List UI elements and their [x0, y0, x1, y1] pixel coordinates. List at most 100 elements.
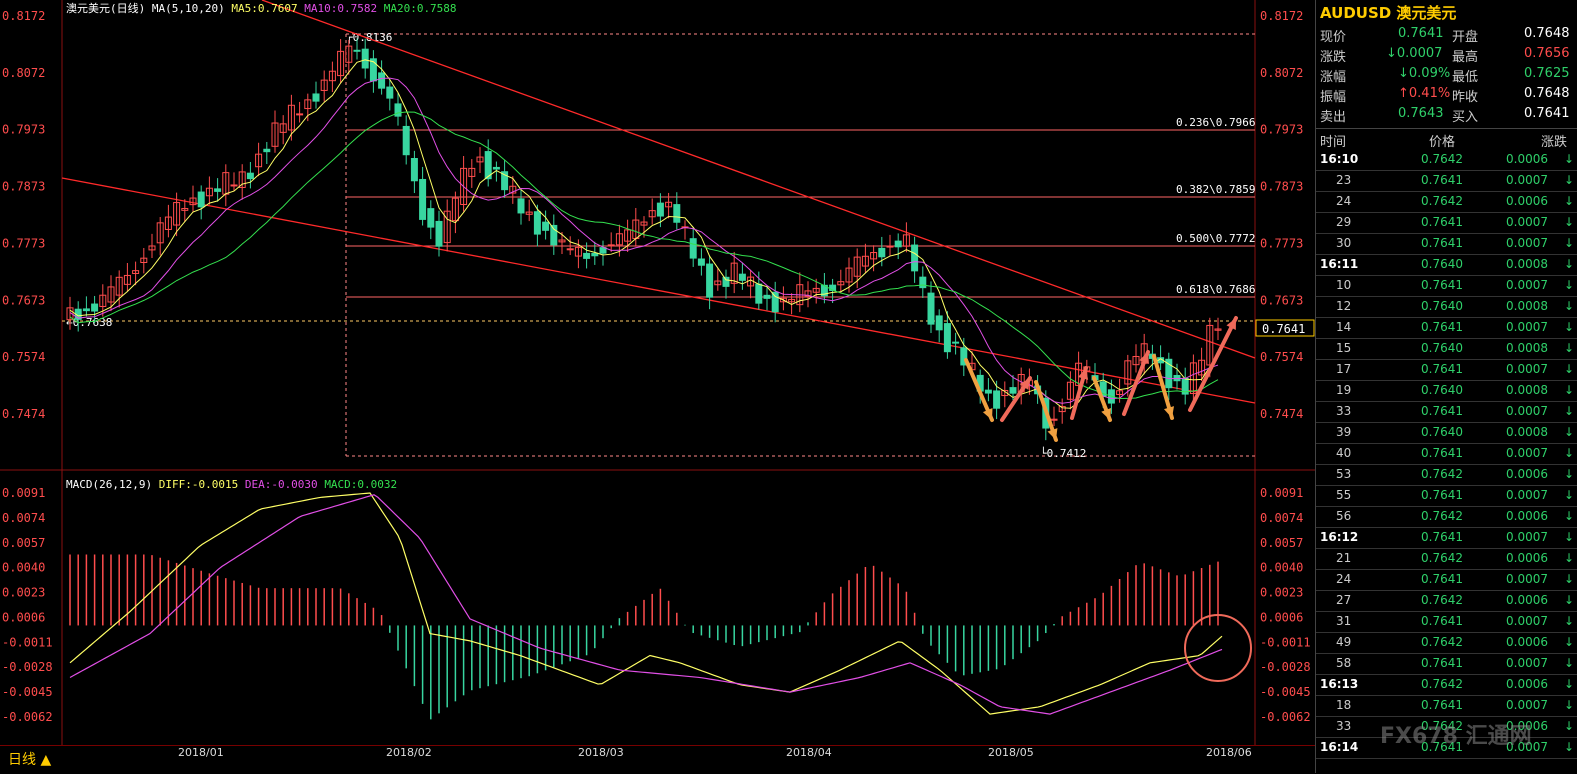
- tick-change: 0.0007: [1506, 173, 1548, 187]
- tick-row[interactable]: 30 0.7641 0.0007 ↓: [1316, 233, 1577, 255]
- price-axis-right-label: 0.7673: [1260, 294, 1303, 308]
- tick-row[interactable]: 18 0.7641 0.0007 ↓: [1316, 695, 1577, 717]
- tick-row[interactable]: 33 0.7641 0.0007 ↓: [1316, 401, 1577, 423]
- tick-change: 0.0006: [1506, 509, 1548, 523]
- tick-change: 0.0007: [1506, 362, 1548, 376]
- price-axis-left-label: 0.7673: [2, 294, 45, 308]
- tick-row[interactable]: 24 0.7642 0.0006 ↓: [1316, 191, 1577, 213]
- tick-time: 58: [1336, 656, 1352, 670]
- price-axis-right-label: 0.7973: [1260, 122, 1303, 136]
- tick-change: 0.0007: [1506, 404, 1548, 418]
- price-axis-right-label: 0.7873: [1260, 179, 1303, 193]
- tick-price: 0.7642: [1421, 467, 1463, 481]
- price-axis-right-label: 0.8172: [1260, 9, 1303, 23]
- candle-down: [82, 308, 90, 312]
- tick-row[interactable]: 53 0.7642 0.0006 ↓: [1316, 464, 1577, 486]
- period-button[interactable]: 日线 ▲: [8, 749, 51, 769]
- tick-row[interactable]: 16:12 0.7641 0.0007 ↓: [1316, 527, 1577, 549]
- candle-down: [91, 303, 99, 312]
- tick-price: 0.7641: [1421, 215, 1463, 229]
- tick-time: 17: [1336, 362, 1352, 376]
- candle-up: [566, 248, 574, 251]
- tick-change: 0.0006: [1506, 635, 1548, 649]
- tick-row[interactable]: 16:10 0.7642 0.0006 ↓: [1316, 149, 1577, 171]
- price-chart[interactable]: 0.8172 0.8172 0.8072 0.8072 0.7973 0.7973 0.78…: [0, 0, 1315, 773]
- down-arrow-icon: ↓: [1564, 656, 1575, 670]
- tick-time: 16:11: [1320, 257, 1359, 271]
- tick-price: 0.7642: [1421, 509, 1463, 523]
- down-arrow-icon: ↓: [1564, 425, 1575, 439]
- tick-row[interactable]: 40 0.7641 0.0007 ↓: [1316, 443, 1577, 465]
- candle-down: [427, 208, 435, 228]
- candle-up: [607, 244, 615, 247]
- candle-down: [984, 389, 992, 394]
- tick-row[interactable]: 21 0.7642 0.0006 ↓: [1316, 548, 1577, 570]
- tick-time: 56: [1336, 509, 1352, 523]
- chart-area[interactable]: 0.8172 0.8172 0.8072 0.8072 0.7973 0.7973 0.78…: [0, 0, 1315, 773]
- tick-change: 0.0007: [1506, 320, 1548, 334]
- candle-down: [214, 188, 222, 192]
- macd-dea: DEA:-0.0030: [244, 478, 318, 491]
- tick-time: 29: [1336, 215, 1352, 229]
- tick-time: 24: [1336, 572, 1352, 586]
- price-axis-left-label: 0.8172: [2, 9, 45, 23]
- ma-legend: 澳元美元(日线) MA(5,10,20) MA5:0.7607 MA10:0.7…: [66, 0, 457, 16]
- tick-row[interactable]: 31 0.7641 0.0007 ↓: [1316, 611, 1577, 633]
- macd-axis-left-label: 0.0074: [2, 511, 45, 525]
- candle-down: [263, 148, 271, 153]
- macd-axis-right-label: 0.0074: [1260, 511, 1303, 525]
- macd-axis-left-label: 0.0023: [2, 586, 45, 600]
- tick-row[interactable]: 29 0.7641 0.0007 ↓: [1316, 212, 1577, 234]
- tick-time: 12: [1336, 299, 1352, 313]
- tick-price: 0.7640: [1421, 299, 1463, 313]
- tick-row[interactable]: 58 0.7641 0.0007 ↓: [1316, 653, 1577, 675]
- quote-value: 0.7641: [1398, 26, 1444, 41]
- down-arrow-icon: ↓: [1564, 677, 1575, 691]
- tick-row[interactable]: 16:11 0.7640 0.0008 ↓: [1316, 254, 1577, 276]
- quote-value: 0.7648: [1524, 26, 1570, 41]
- tick-time: 10: [1336, 278, 1352, 292]
- price-axis-right-label: 0.7574: [1260, 350, 1303, 364]
- macd-axis-left-label: 0.0057: [2, 536, 45, 550]
- quote-row: 振幅 ↑0.41% 昨收 0.7648: [1316, 84, 1577, 105]
- tick-row[interactable]: 14 0.7641 0.0007 ↓: [1316, 317, 1577, 339]
- tick-row[interactable]: 12 0.7640 0.0008 ↓: [1316, 296, 1577, 318]
- macd-axis-right-label: 0.0091: [1260, 486, 1303, 500]
- down-arrow-icon-head: [1047, 428, 1058, 440]
- candle-down: [378, 72, 386, 89]
- tick-row[interactable]: 55 0.7641 0.0007 ↓: [1316, 485, 1577, 507]
- candle-down: [755, 283, 763, 304]
- tick-row[interactable]: 56 0.7642 0.0006 ↓: [1316, 506, 1577, 528]
- candle-down: [697, 258, 705, 266]
- tick-row[interactable]: 23 0.7641 0.0007 ↓: [1316, 170, 1577, 192]
- tick-time: 40: [1336, 446, 1352, 460]
- tick-time: 15: [1336, 341, 1352, 355]
- tick-row[interactable]: 39 0.7640 0.0008 ↓: [1316, 422, 1577, 444]
- tick-price: 0.7640: [1421, 425, 1463, 439]
- tick-price: 0.7641: [1421, 320, 1463, 334]
- candle-down: [706, 263, 714, 298]
- current-price-tag: 0.7641: [1262, 322, 1305, 336]
- tick-time: 49: [1336, 635, 1352, 649]
- macd-axis-left-label: 0.0040: [2, 561, 45, 575]
- tick-change: 0.0008: [1506, 425, 1548, 439]
- tick-row[interactable]: 16:13 0.7642 0.0006 ↓: [1316, 674, 1577, 696]
- down-arrow-icon: ↓: [1564, 572, 1575, 586]
- tick-row[interactable]: 10 0.7641 0.0007 ↓: [1316, 275, 1577, 297]
- quote-row: 卖出 0.7643 买入 0.7641: [1316, 104, 1577, 125]
- candle-down: [353, 49, 361, 52]
- tick-row[interactable]: 49 0.7642 0.0006 ↓: [1316, 632, 1577, 654]
- macd-axis-left-label: -0.0028: [2, 660, 53, 674]
- tick-row[interactable]: 15 0.7640 0.0008 ↓: [1316, 338, 1577, 360]
- candle-down: [542, 221, 550, 231]
- panel-title: AUDUSD 澳元美元: [1320, 4, 1457, 22]
- ma-params: MA(5,10,20): [151, 2, 225, 15]
- tick-row[interactable]: 17 0.7641 0.0007 ↓: [1316, 359, 1577, 381]
- tick-row[interactable]: 27 0.7642 0.0006 ↓: [1316, 590, 1577, 612]
- tick-row[interactable]: 24 0.7641 0.0007 ↓: [1316, 569, 1577, 591]
- tick-row[interactable]: 19 0.7640 0.0008 ↓: [1316, 380, 1577, 402]
- tick-change: 0.0008: [1506, 383, 1548, 397]
- tick-time: 53: [1336, 467, 1352, 481]
- quote-label: 最高: [1452, 50, 1479, 65]
- down-arrow-icon: ↓: [1564, 341, 1575, 355]
